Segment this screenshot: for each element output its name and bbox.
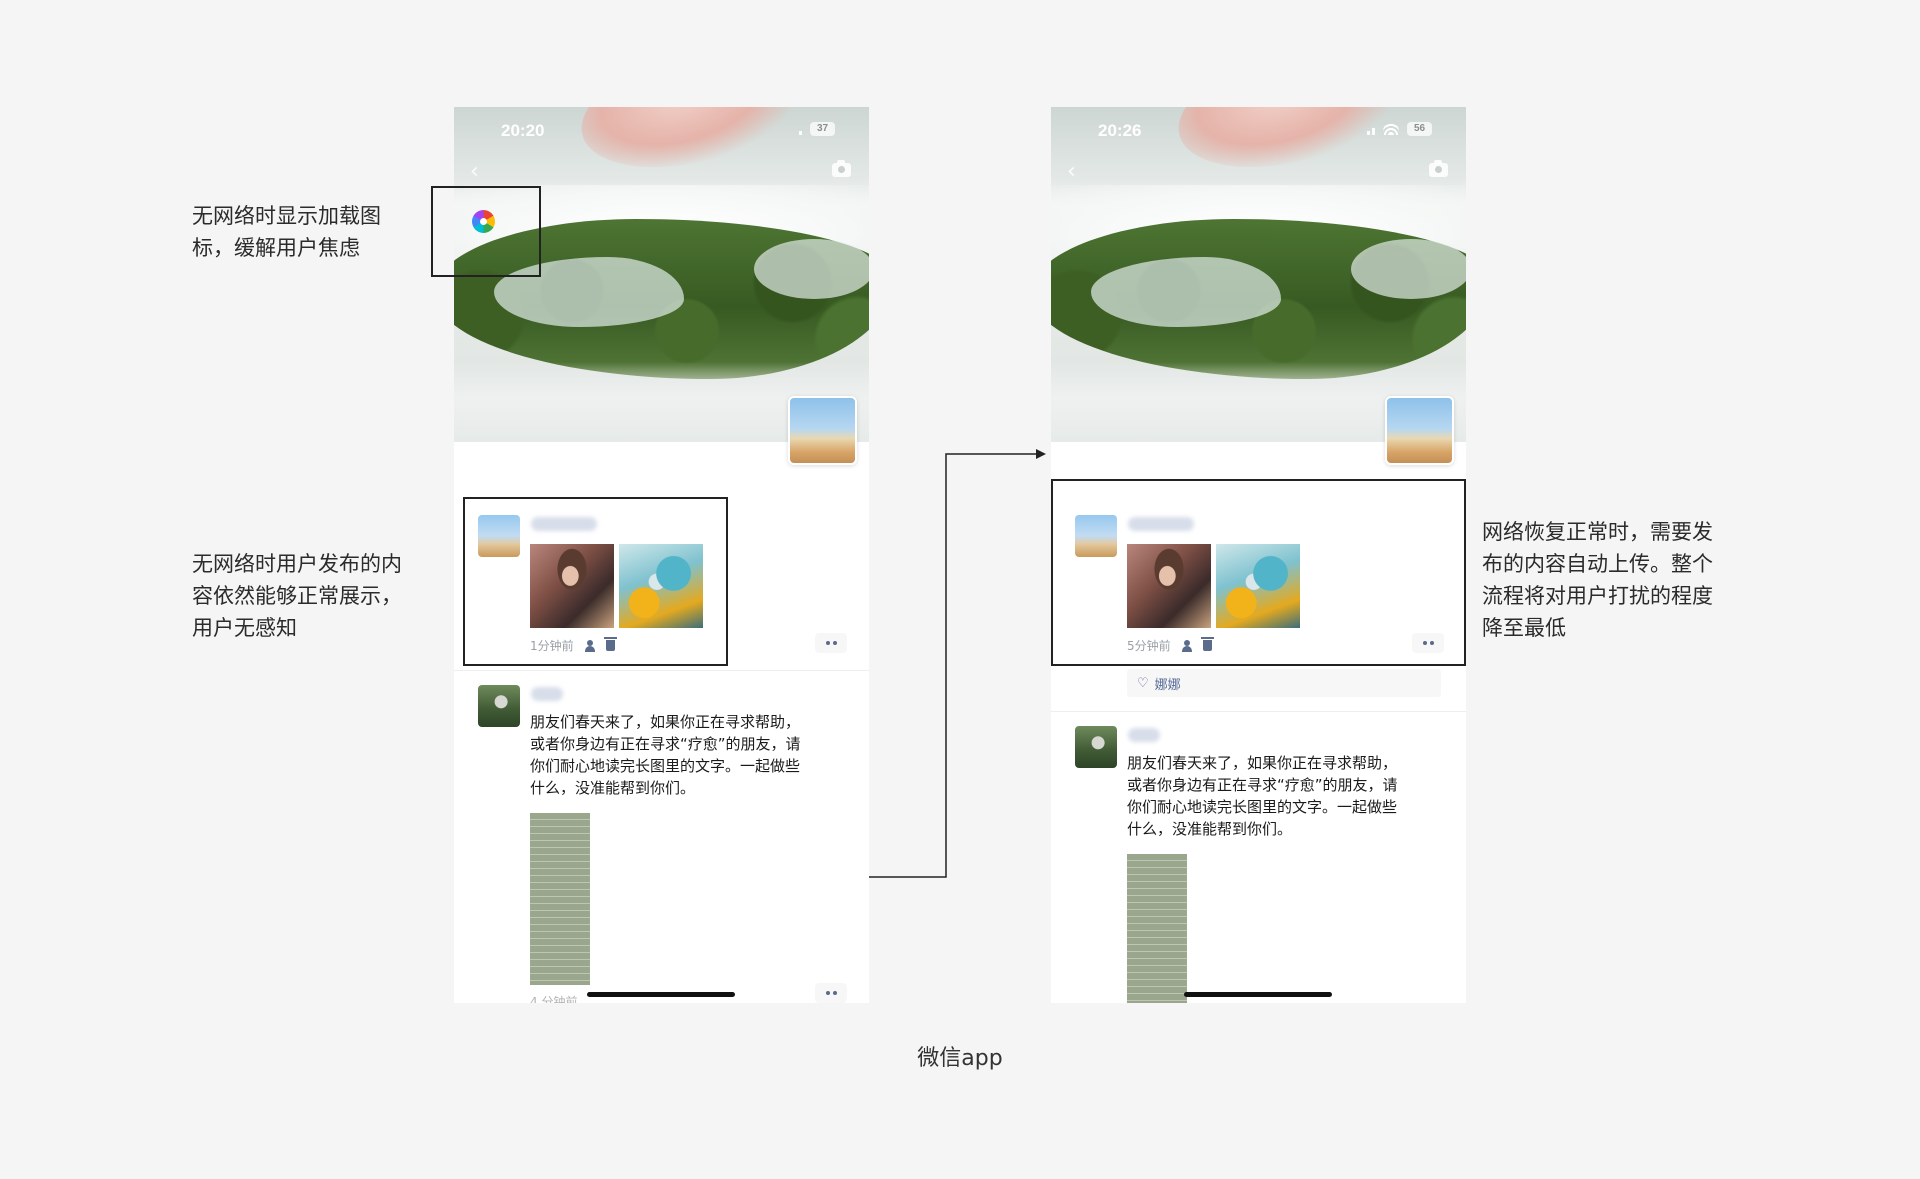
annotation-loading-icon: 无网络时显示加载图 标，缓解用户焦虑 bbox=[192, 204, 381, 260]
annotation-auto-upload: 网络恢复正常时，需要发 布的内容自动上传。整个 流程将对用户打扰的程度 降至最低 bbox=[1482, 520, 1713, 640]
annotation-offline-post: 无网络时用户发布的内 容依然能够正常展示， 用户无感知 bbox=[192, 552, 402, 640]
figure-caption: 微信app bbox=[917, 1046, 1003, 1071]
